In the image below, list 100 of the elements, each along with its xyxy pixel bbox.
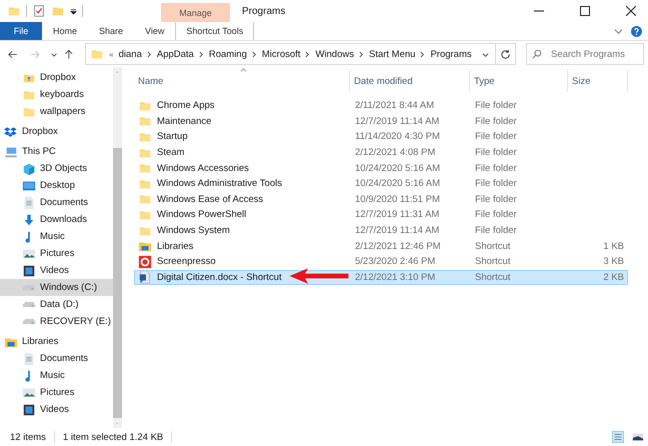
column-header[interactable]: Type	[470, 70, 568, 92]
nav-item[interactable]: This PC	[0, 143, 113, 160]
nav-item[interactable]: keyboards	[0, 86, 113, 103]
file-row[interactable]: Windows Ease of Access 10/9/2020 11:51 PM File folder	[134, 192, 628, 208]
file-row[interactable]: Windows Accessories 10/24/2020 5:16 AM File folder	[134, 160, 628, 176]
up-arrow-icon[interactable]	[64, 48, 74, 60]
drive-icon	[22, 318, 36, 325]
details-view-icon[interactable]	[612, 431, 624, 443]
breadcrumb-chevron-icon[interactable]	[146, 50, 152, 58]
drive-icon	[22, 301, 36, 308]
document-shortcut-icon	[138, 270, 152, 284]
chevron-down-icon[interactable]	[482, 50, 489, 58]
nav-item[interactable]: Data (D:)	[0, 296, 113, 313]
nav-item[interactable]: Libraries	[0, 333, 113, 350]
type-cell: File folder	[475, 209, 517, 220]
breadcrumb-item[interactable]: diana	[118, 48, 142, 60]
file-name: Screenpresso	[157, 256, 216, 268]
file-name: Windows PowerShell	[157, 209, 246, 220]
chevron-down-icon[interactable]	[51, 50, 58, 58]
properties-icon[interactable]	[32, 4, 46, 18]
maximize-icon[interactable]	[580, 6, 590, 16]
ribbon-tab[interactable]: File	[0, 22, 42, 40]
type-cell: File folder	[475, 178, 517, 190]
nav-item[interactable]: Videos	[0, 262, 113, 279]
close-icon[interactable]	[626, 6, 636, 16]
help-icon[interactable]	[631, 26, 642, 36]
breadcrumb-item[interactable]: AppData	[156, 48, 194, 60]
date-cell: 2/11/2021 8:44 AM	[355, 100, 434, 112]
back-arrow-icon[interactable]	[8, 48, 18, 60]
type-cell: Shortcut	[475, 256, 510, 268]
nav-item[interactable]: Dropbox	[0, 123, 113, 140]
nav-item[interactable]: Videos	[0, 401, 113, 418]
ribbon-tab[interactable]: View	[134, 22, 176, 40]
nav-item[interactable]: Dropbox	[0, 69, 113, 86]
ribbon-tab[interactable]: Home	[42, 22, 88, 40]
film-icon	[22, 264, 36, 278]
file-row[interactable]: Screenpresso 5/23/2020 2:46 PM Shortcut 3 KB	[134, 254, 628, 270]
breadcrumb-chevron-icon[interactable]	[420, 50, 426, 58]
date-cell: 11/14/2020 4:30 PM	[355, 131, 440, 142]
selection-info: 1 item selected 1.24 KB	[62, 432, 164, 442]
file-row[interactable]: Libraries 2/12/2021 12:46 PM Shortcut 1 KB	[134, 238, 628, 254]
ribbon-tab[interactable]: Shortcut Tools	[175, 22, 254, 40]
nav-item[interactable]: Documents	[0, 194, 113, 211]
file-row[interactable]: Windows Administrative Tools 10/24/2020 5:16 AM File folder	[134, 176, 628, 192]
nav-item[interactable]: RECOVERY (E:)	[0, 313, 113, 330]
nav-item[interactable]: Downloads	[0, 211, 113, 228]
nav-item[interactable]: Pictures	[0, 384, 113, 401]
date-cell: 2/12/2021 12:46 PM	[355, 240, 441, 252]
nav-item[interactable]: Music	[0, 367, 113, 384]
nav-item[interactable]: Documents	[0, 350, 113, 367]
dropdown-caret-icon[interactable]	[70, 8, 77, 14]
column-header[interactable]: Size	[568, 70, 628, 92]
size-cell: 2 KB	[603, 272, 624, 283]
file-name: Windows Accessories	[157, 162, 249, 174]
dropbox-icon	[4, 124, 18, 138]
file-row[interactable]: Startup 11/14/2020 4:30 PM File folder	[134, 129, 628, 145]
file-row[interactable]: Chrome Apps 2/11/2021 8:44 AM File folder	[134, 98, 628, 114]
nav-item[interactable]: Pictures	[0, 245, 113, 262]
size-cell: 3 KB	[603, 256, 624, 268]
sort-caret-icon	[240, 68, 247, 72]
file-name: Chrome Apps	[157, 100, 215, 112]
file-name: Startup	[157, 131, 188, 142]
type-cell: Shortcut	[475, 240, 510, 252]
refresh-button[interactable]	[494, 43, 516, 65]
breadcrumb-item[interactable]: Microsoft	[262, 48, 300, 60]
breadcrumb-chevron-icon[interactable]	[305, 50, 310, 58]
file-row[interactable]: Windows System 12/7/2019 11:14 AM File folder	[134, 222, 628, 238]
nav-item[interactable]: 3D Objects	[0, 160, 113, 177]
address-field[interactable]: « diana AppData Roaming Microsoft Windows Start Menu Programs	[85, 43, 496, 65]
nav-item[interactable]: Music	[0, 228, 113, 245]
search-field[interactable]: Search Programs	[526, 43, 644, 65]
file-row[interactable]: Maintenance 12/7/2019 11:14 AM File folder	[134, 114, 628, 130]
breadcrumb-chevron-icon[interactable]	[198, 50, 204, 58]
breadcrumb-item[interactable]: Programs	[430, 48, 472, 60]
breadcrumb-item[interactable]: Windows	[315, 48, 354, 60]
file-row[interactable]: Windows PowerShell 12/7/2019 11:31 AM File folder	[134, 207, 628, 223]
nav-item[interactable]: wallpapers	[0, 103, 113, 120]
file-name: Maintenance	[157, 116, 212, 127]
type-cell: File folder	[475, 116, 517, 127]
nav-item[interactable]: Desktop	[0, 177, 113, 194]
chevron-down-icon[interactable]	[614, 26, 623, 36]
ribbon-tab[interactable]: Share	[88, 22, 134, 40]
item-count: 12 items	[10, 432, 46, 442]
column-header[interactable]: Name	[134, 70, 350, 92]
scrollbar-thumb[interactable]	[112, 148, 122, 418]
picture-icon	[22, 386, 36, 400]
overflow-chevron[interactable]: «	[109, 50, 114, 58]
date-cell: 2/12/2021 4:08 PM	[355, 147, 436, 158]
file-name: Digital Citizen.docx - Shortcut	[157, 272, 282, 283]
breadcrumb-item[interactable]: Roaming	[208, 48, 247, 60]
breadcrumb-chevron-icon[interactable]	[358, 50, 364, 58]
type-cell: File folder	[475, 147, 517, 158]
breadcrumb-chevron-icon[interactable]	[252, 50, 257, 58]
file-row[interactable]: Steam 2/12/2021 4:08 PM File folder	[134, 144, 628, 160]
breadcrumb-item[interactable]: Start Menu	[368, 48, 416, 60]
file-row[interactable]: Digital Citizen.docx - Shortcut 2/12/2021 3:10 PM Shortcut 2 KB	[134, 270, 628, 286]
refresh-icon	[500, 48, 511, 60]
column-header[interactable]: Date modified	[350, 70, 470, 92]
large-icons-view-icon[interactable]	[632, 431, 644, 443]
nav-item[interactable]: Windows (C:)	[0, 279, 113, 296]
